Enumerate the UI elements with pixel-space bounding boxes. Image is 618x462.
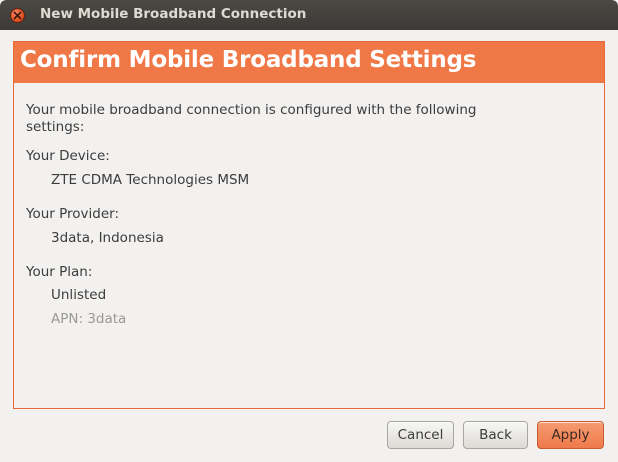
plan-label: Your Plan: [26, 264, 93, 280]
close-icon [13, 11, 22, 20]
page-banner: Confirm Mobile Broadband Settings [14, 42, 604, 83]
dialog-window: New Mobile Broadband Connection Confirm … [0, 0, 618, 462]
back-button[interactable]: Back [463, 421, 528, 449]
provider-value: 3data, Indonesia [51, 230, 164, 246]
device-value: ZTE CDMA Technologies MSM [51, 172, 250, 188]
plan-value: Unlisted [51, 287, 107, 303]
device-label: Your Device: [26, 148, 110, 164]
close-button[interactable] [10, 8, 25, 23]
window-title: New Mobile Broadband Connection [40, 6, 307, 22]
page-title: Confirm Mobile Broadband Settings [20, 47, 477, 73]
intro-text-line2: settings: [26, 119, 85, 135]
content-frame: Confirm Mobile Broadband Settings [13, 41, 605, 409]
intro-text-line1: Your mobile broadband connection is conf… [26, 102, 477, 118]
apn-value: APN: 3data [51, 311, 127, 327]
titlebar: New Mobile Broadband Connection [0, 0, 618, 30]
apply-button[interactable]: Apply [537, 421, 604, 449]
cancel-button[interactable]: Cancel [387, 421, 454, 449]
provider-label: Your Provider: [26, 206, 120, 222]
